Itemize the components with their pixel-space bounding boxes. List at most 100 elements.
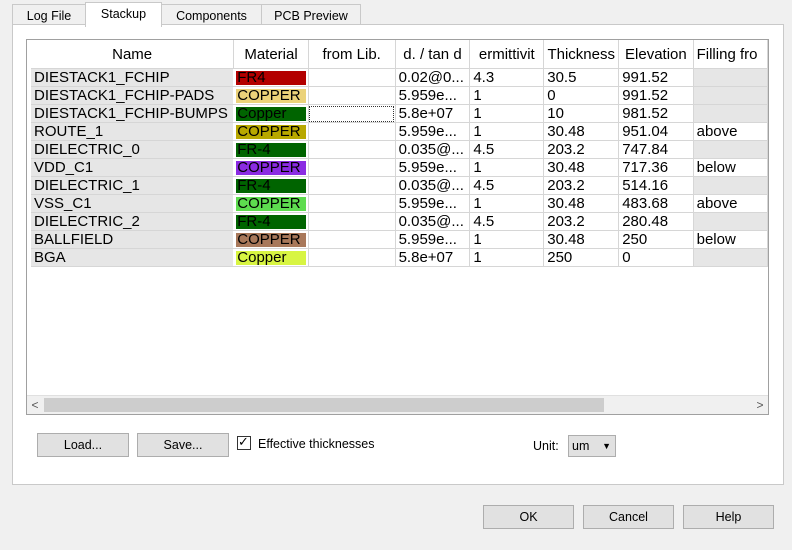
column-header-material[interactable]: Material xyxy=(233,40,309,69)
filling-cell[interactable] xyxy=(693,176,768,195)
thickness-cell[interactable]: 250 xyxy=(543,248,620,267)
layer-name-cell[interactable]: ROUTE_1 xyxy=(31,122,235,141)
column-header-thickness[interactable]: Thickness xyxy=(543,40,620,69)
layer-name-cell[interactable]: DIESTACK1_FCHIP xyxy=(31,68,235,87)
effective-thickness-checkbox[interactable]: ✓ xyxy=(237,435,251,450)
d-tan-cell[interactable]: 0.035@... xyxy=(395,176,471,195)
permittivity-cell[interactable]: 1 xyxy=(469,248,545,267)
effective-thickness-label[interactable]: Effective thicknesses xyxy=(258,437,375,451)
table-row[interactable]: VSS_C1 COPPER 5.959e... 1 30.48 483.68 above xyxy=(31,194,768,213)
elevation-cell[interactable]: 250 xyxy=(618,230,694,249)
elevation-cell[interactable]: 483.68 xyxy=(618,194,694,213)
material-cell[interactable]: COPPER xyxy=(233,86,309,105)
thickness-cell[interactable]: 30.48 xyxy=(543,158,620,177)
thickness-cell[interactable]: 0 xyxy=(543,86,620,105)
table-row[interactable]: VDD_C1 COPPER 5.959e... 1 30.48 717.36 below xyxy=(31,158,768,177)
permittivity-cell[interactable]: 1 xyxy=(469,122,545,141)
tab-components[interactable]: Components xyxy=(161,4,262,26)
material-cell[interactable]: FR4 xyxy=(233,68,309,87)
table-row[interactable]: DIELECTRIC_2 FR-4 0.035@... 4.5 203.2 280.48 xyxy=(31,212,768,231)
filling-cell[interactable] xyxy=(693,248,768,267)
d-tan-cell[interactable]: 5.959e... xyxy=(395,158,471,177)
permittivity-cell[interactable]: 1 xyxy=(469,158,545,177)
elevation-cell[interactable]: 951.04 xyxy=(618,122,694,141)
permittivity-cell[interactable]: 1 xyxy=(469,230,545,249)
unit-select[interactable]: um ▼ xyxy=(568,435,616,457)
layer-name-cell[interactable]: VDD_C1 xyxy=(31,158,235,177)
filling-cell[interactable]: above xyxy=(693,122,768,141)
column-header-from-lib[interactable]: from Lib. xyxy=(308,40,396,69)
elevation-cell[interactable]: 280.48 xyxy=(618,212,694,231)
table-row[interactable]: DIELECTRIC_0 FR-4 0.035@... 4.5 203.2 747.84 xyxy=(31,140,768,159)
from-lib-cell[interactable] xyxy=(308,248,396,267)
thickness-cell[interactable]: 203.2 xyxy=(543,176,620,195)
thickness-cell[interactable]: 203.2 xyxy=(543,140,620,159)
chevron-left-icon[interactable]: < xyxy=(27,396,43,414)
material-cell[interactable]: FR-4 xyxy=(233,140,309,159)
permittivity-cell[interactable]: 1 xyxy=(469,194,545,213)
filling-cell[interactable] xyxy=(693,68,768,87)
layer-name-cell[interactable]: DIESTACK1_FCHIP-PADS xyxy=(31,86,235,105)
filling-cell[interactable] xyxy=(693,104,768,123)
layer-name-cell[interactable]: VSS_C1 xyxy=(31,194,235,213)
material-cell[interactable]: FR-4 xyxy=(233,176,309,195)
table-row[interactable]: DIESTACK1_FCHIP FR4 0.02@0... 4.3 30.5 991.52 xyxy=(31,68,768,87)
elevation-cell[interactable]: 747.84 xyxy=(618,140,694,159)
filling-cell[interactable]: below xyxy=(693,230,768,249)
column-header-d-tan-d[interactable]: d. / tan d xyxy=(395,40,471,69)
load-button[interactable]: Load... xyxy=(37,433,129,457)
elevation-cell[interactable]: 514.16 xyxy=(618,176,694,195)
column-header-elevation[interactable]: Elevation xyxy=(618,40,694,69)
layer-name-cell[interactable]: DIELECTRIC_1 xyxy=(31,176,235,195)
from-lib-cell[interactable] xyxy=(308,212,396,231)
d-tan-cell[interactable]: 5.8e+07 xyxy=(395,248,471,267)
elevation-cell[interactable]: 991.52 xyxy=(618,68,694,87)
thickness-cell[interactable]: 10 xyxy=(543,104,620,123)
permittivity-cell[interactable]: 4.5 xyxy=(469,212,545,231)
horizontal-scrollbar[interactable]: < > xyxy=(27,395,768,414)
layer-name-cell[interactable]: DIELECTRIC_0 xyxy=(31,140,235,159)
ok-button[interactable]: OK xyxy=(483,505,574,529)
d-tan-cell[interactable]: 5.8e+07 xyxy=(395,104,471,123)
permittivity-cell[interactable]: 1 xyxy=(469,86,545,105)
table-row[interactable]: DIESTACK1_FCHIP-PADS COPPER 5.959e... 1 0 991… xyxy=(31,86,768,105)
table-row[interactable]: BGA Copper 5.8e+07 1 250 0 xyxy=(31,248,768,267)
tab-pcb-preview[interactable]: PCB Preview xyxy=(261,4,361,26)
layer-name-cell[interactable]: BGA xyxy=(31,248,235,267)
filling-cell[interactable]: above xyxy=(693,194,768,213)
material-cell[interactable]: COPPER xyxy=(233,230,309,249)
thickness-cell[interactable]: 203.2 xyxy=(543,212,620,231)
d-tan-cell[interactable]: 5.959e... xyxy=(395,122,471,141)
tab-stackup[interactable]: Stackup xyxy=(85,2,162,27)
table-row[interactable]: ROUTE_1 COPPER 5.959e... 1 30.48 951.04 above xyxy=(31,122,768,141)
table-row[interactable]: DIESTACK1_FCHIP-BUMPS Copper 5.8e+07 1 10 981… xyxy=(31,104,768,123)
tab-log-file[interactable]: Log File xyxy=(12,4,86,26)
material-cell[interactable]: COPPER xyxy=(233,122,309,141)
permittivity-cell[interactable]: 4.5 xyxy=(469,176,545,195)
from-lib-cell[interactable] xyxy=(308,140,396,159)
column-header-permittivity[interactable]: ermittivit xyxy=(469,40,545,69)
elevation-cell[interactable]: 991.52 xyxy=(618,86,694,105)
d-tan-cell[interactable]: 0.035@... xyxy=(395,140,471,159)
thickness-cell[interactable]: 30.48 xyxy=(543,194,620,213)
thickness-cell[interactable]: 30.5 xyxy=(543,68,620,87)
from-lib-cell[interactable] xyxy=(308,122,396,141)
layer-name-cell[interactable]: DIELECTRIC_2 xyxy=(31,212,235,231)
table-row[interactable]: BALLFIELD COPPER 5.959e... 1 30.48 250 below xyxy=(31,230,768,249)
from-lib-cell[interactable] xyxy=(308,86,396,105)
material-cell[interactable]: COPPER xyxy=(233,158,309,177)
thickness-cell[interactable]: 30.48 xyxy=(543,122,620,141)
filling-cell[interactable] xyxy=(693,212,768,231)
material-cell[interactable]: Copper xyxy=(233,248,309,267)
permittivity-cell[interactable]: 4.3 xyxy=(469,68,545,87)
filling-cell[interactable] xyxy=(693,86,768,105)
d-tan-cell[interactable]: 5.959e... xyxy=(395,86,471,105)
from-lib-cell[interactable] xyxy=(308,158,396,177)
material-cell[interactable]: COPPER xyxy=(233,194,309,213)
column-header-name[interactable]: Name xyxy=(31,40,235,69)
from-lib-cell[interactable] xyxy=(308,230,396,249)
table-row[interactable]: DIELECTRIC_1 FR-4 0.035@... 4.5 203.2 514.16 xyxy=(31,176,768,195)
d-tan-cell[interactable]: 5.959e... xyxy=(395,194,471,213)
elevation-cell[interactable]: 981.52 xyxy=(618,104,694,123)
from-lib-cell[interactable] xyxy=(308,176,396,195)
